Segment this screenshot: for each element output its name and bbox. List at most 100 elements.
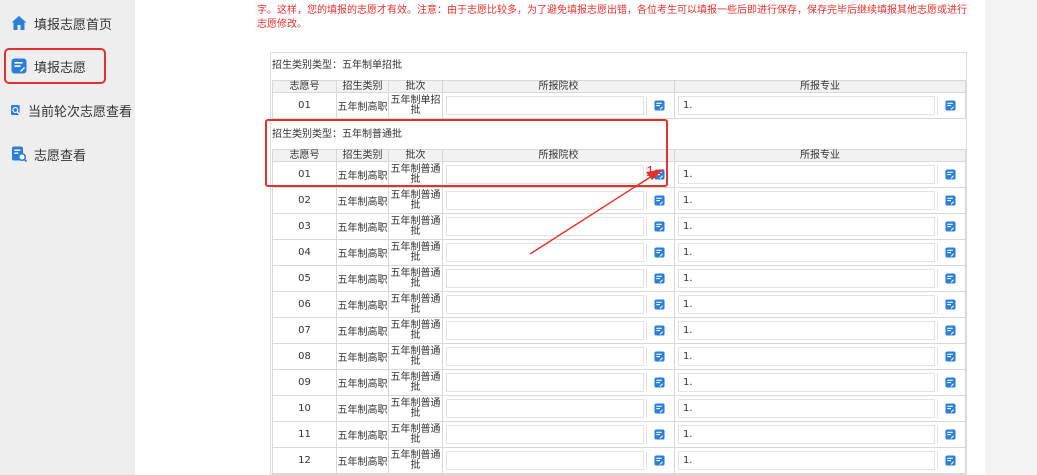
major-select-button[interactable]: [937, 96, 963, 115]
major-select-button[interactable]: [937, 217, 963, 236]
batch-line-1: 五年制普通: [390, 319, 441, 331]
major-input[interactable]: 1.: [678, 96, 935, 115]
batch-cell: 五年制普通批: [388, 343, 443, 370]
major-input[interactable]: 1.: [678, 165, 935, 184]
table-normal: 志愿号 招生类别 批次 所报院校 所报专业 01 五年制高职 五年制普通批 1. 02 五…: [272, 149, 966, 474]
school-input[interactable]: [446, 243, 644, 262]
major-input[interactable]: 1.: [678, 347, 935, 366]
major-select-button[interactable]: [937, 373, 963, 392]
edit-form-icon: [11, 58, 27, 74]
major-cell: 1.: [674, 92, 966, 119]
school-input[interactable]: [446, 96, 644, 115]
edit-icon: [654, 169, 665, 180]
school-input[interactable]: [446, 217, 644, 236]
batch-line-1: 五年制普通: [390, 163, 441, 175]
major-select-button[interactable]: [937, 269, 963, 288]
sidebar-item-home[interactable]: 填报志愿首页: [6, 5, 132, 41]
batch-line-1: 五年制普通: [390, 215, 441, 227]
table-row: 09 五年制高职 五年制普通批 1.: [272, 369, 966, 396]
admission-type: 五年制高职: [336, 291, 389, 318]
major-input[interactable]: 1.: [678, 295, 935, 314]
school-select-button[interactable]: [646, 347, 672, 366]
edit-icon: [654, 403, 665, 414]
major-cell: 1.: [674, 395, 966, 422]
batch-line-2: 批: [410, 251, 421, 263]
table-row: 02 五年制高职 五年制普通批 1.: [272, 187, 966, 214]
major-select-button[interactable]: [937, 451, 963, 470]
school-input[interactable]: [446, 373, 644, 392]
batch-line-1: 五年制普通: [390, 189, 441, 201]
major-select-button[interactable]: [937, 191, 963, 210]
school-input[interactable]: [446, 425, 644, 444]
admission-type: 五年制高职: [336, 161, 389, 188]
major-input[interactable]: 1.: [678, 373, 935, 392]
batch-line-2: 批: [410, 407, 421, 419]
edit-icon: [654, 325, 665, 336]
major-input[interactable]: 1.: [678, 451, 935, 470]
major-cell: 1.: [674, 239, 966, 266]
admission-type: 五年制高职: [336, 421, 389, 448]
major-input[interactable]: 1.: [678, 321, 935, 340]
batch-line-2: 批: [410, 225, 421, 237]
school-select-button[interactable]: [646, 321, 672, 340]
major-select-button[interactable]: [937, 347, 963, 366]
school-select-button[interactable]: [646, 425, 672, 444]
major-input[interactable]: 1.: [678, 399, 935, 418]
major-select-button[interactable]: [937, 399, 963, 418]
major-select-button[interactable]: [937, 165, 963, 184]
school-cell: [442, 343, 675, 370]
school-input[interactable]: [446, 165, 644, 184]
school-select-button[interactable]: [646, 373, 672, 392]
major-cell: 1.: [674, 421, 966, 448]
col-header-no: 志愿号: [272, 80, 337, 93]
school-select-button[interactable]: [646, 217, 672, 236]
batch-cell: 五年制普通批: [388, 265, 443, 292]
sidebar-item-current-round[interactable]: 当前轮次志愿查看: [6, 92, 132, 128]
sidebar-item-view[interactable]: 志愿查看: [6, 136, 132, 172]
col-header-major: 所报专业: [674, 80, 966, 93]
school-input[interactable]: [446, 347, 644, 366]
admission-type: 五年制高职: [336, 213, 389, 240]
batch-cell: 五年制单招批: [388, 92, 443, 119]
batch-line-2: 批: [410, 173, 421, 185]
table-row: 04 五年制高职 五年制普通批 1.: [272, 239, 966, 266]
school-input[interactable]: [446, 321, 644, 340]
section-title-normal: 招生类别类型：五年制普通批: [272, 129, 402, 140]
table-row: 01 五年制高职 五年制普通批 1.: [272, 161, 966, 188]
school-input[interactable]: [446, 451, 644, 470]
edit-icon: [945, 100, 956, 111]
school-input[interactable]: [446, 191, 644, 210]
col-header-type: 招生类别: [336, 80, 389, 93]
major-select-button[interactable]: [937, 321, 963, 340]
school-select-button[interactable]: [646, 399, 672, 418]
major-input[interactable]: 1.: [678, 191, 935, 210]
school-input[interactable]: [446, 399, 644, 418]
table-single: 志愿号 招生类别 批次 所报院校 所报专业 01 五年制高职 五年制单招批 1.: [272, 80, 966, 119]
school-select-button[interactable]: [646, 243, 672, 262]
sidebar-item-fill-volunteer[interactable]: 填报志愿: [4, 48, 106, 84]
major-select-button[interactable]: [937, 243, 963, 262]
batch-line-1: 五年制普通: [390, 293, 441, 305]
school-input[interactable]: [446, 295, 644, 314]
major-input[interactable]: 1.: [678, 269, 935, 288]
major-select-button[interactable]: [937, 295, 963, 314]
school-input[interactable]: [446, 269, 644, 288]
major-input[interactable]: 1.: [678, 425, 935, 444]
major-cell: 1.: [674, 291, 966, 318]
major-input[interactable]: 1.: [678, 243, 935, 262]
volunteer-no: 08: [272, 343, 337, 370]
school-select-button[interactable]: [646, 191, 672, 210]
school-cell: [442, 291, 675, 318]
admission-type: 五年制高职: [336, 369, 389, 396]
major-select-button[interactable]: [937, 425, 963, 444]
volunteer-no: 04: [272, 239, 337, 266]
batch-line-1: 五年制普通: [390, 449, 441, 461]
school-select-button[interactable]: [646, 451, 672, 470]
school-select-button[interactable]: [646, 96, 672, 115]
admission-type: 五年制高职: [336, 447, 389, 474]
school-select-button[interactable]: [646, 295, 672, 314]
major-input[interactable]: 1.: [678, 217, 935, 236]
school-select-button[interactable]: [646, 269, 672, 288]
batch-line-2: 批: [410, 329, 421, 341]
edit-icon: [654, 299, 665, 310]
